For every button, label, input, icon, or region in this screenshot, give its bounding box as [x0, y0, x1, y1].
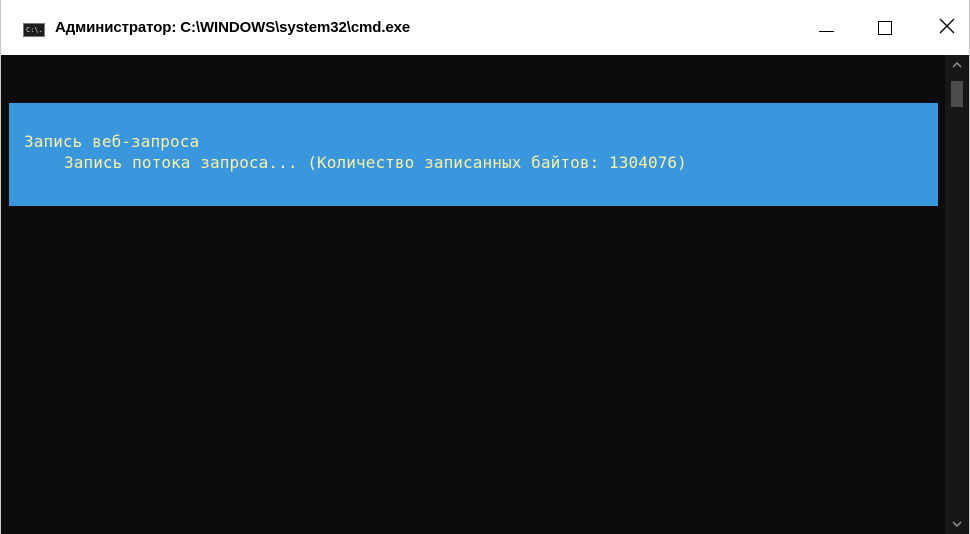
- console-output-area[interactable]: Запись веб-запроса Запись потока запроса…: [1, 55, 945, 534]
- window-title: Администратор: C:\WINDOWS\system32\cmd.e…: [55, 19, 411, 36]
- vertical-scrollbar[interactable]: [945, 55, 969, 534]
- progress-status: Запись потока запроса... (Количество зап…: [64, 153, 687, 172]
- chevron-down-icon[interactable]: [945, 514, 969, 534]
- minimize-icon: [819, 31, 834, 32]
- progress-title: Запись веб-запроса: [24, 132, 200, 151]
- cmd-window: C:\. Администратор: C:\WINDOWS\system32\…: [0, 0, 970, 534]
- chevron-up-icon[interactable]: [945, 55, 969, 75]
- progress-banner: Запись веб-запроса Запись потока запроса…: [9, 103, 938, 206]
- minimize-button[interactable]: [803, 0, 851, 55]
- close-button[interactable]: [919, 0, 969, 55]
- title-bar[interactable]: C:\. Администратор: C:\WINDOWS\system32\…: [1, 0, 969, 55]
- cmd-app-icon[interactable]: C:\.: [23, 23, 45, 37]
- maximize-button[interactable]: [861, 0, 909, 55]
- scrollbar-thumb[interactable]: [951, 81, 963, 107]
- maximize-icon: [878, 21, 892, 35]
- close-icon: [939, 18, 955, 34]
